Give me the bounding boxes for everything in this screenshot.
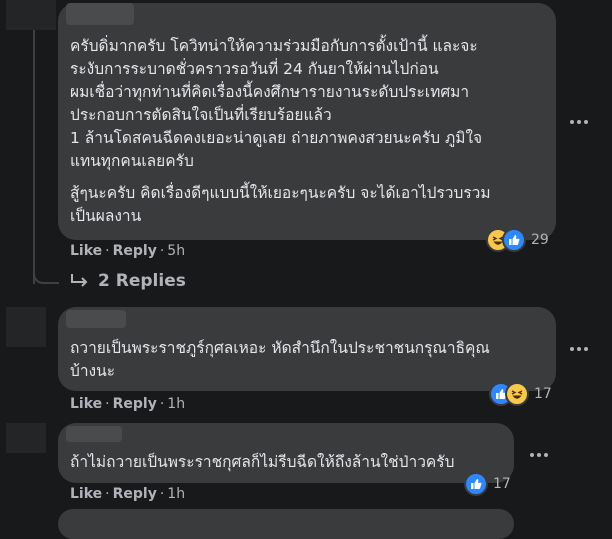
more-options-icon[interactable] xyxy=(530,453,548,457)
reaction-count: 17 xyxy=(534,386,552,402)
reply-link[interactable]: Reply xyxy=(113,243,157,259)
reply-link[interactable]: Reply xyxy=(113,396,157,412)
avatar[interactable] xyxy=(6,307,46,347)
view-replies-link[interactable]: 2 Replies xyxy=(70,271,186,291)
comment-line: ระงับการระบาดชั่วคราวรอวันที่ 24 กันยาให… xyxy=(70,60,439,78)
reply-link[interactable]: Reply xyxy=(113,486,157,502)
avatar[interactable] xyxy=(6,0,56,30)
comment-actions: Like · Reply · 1h xyxy=(70,486,186,502)
thread-line xyxy=(33,0,35,284)
comment-bubble: ครับดิ่มากครับ โควิทน่าให้ความร่วมมือกับ… xyxy=(58,3,556,240)
like-icon xyxy=(502,228,526,252)
reaction-count: 17 xyxy=(493,476,511,492)
more-options-icon[interactable] xyxy=(570,347,588,351)
replies-label: 2 Replies xyxy=(98,271,186,291)
reactions-summary[interactable]: 17 xyxy=(489,382,552,406)
comment-line: แทนทุกคนเลยครับ xyxy=(70,152,194,170)
comment-line: ครับดิ่มากครับ โควิทน่าให้ความร่วมมือกับ… xyxy=(70,37,478,55)
comment-bubble: ถ้าไม่ถวายเป็นพระราชกุศลก็ไม่รีบฉีดให้ถึ… xyxy=(58,423,514,483)
avatar[interactable] xyxy=(6,423,46,453)
comment-line: ผมเชื่อว่าทุกท่านที่คิดเรื่องนี้คงศึกษาร… xyxy=(70,83,470,101)
timestamp[interactable]: 5h xyxy=(167,243,185,259)
more-options-icon[interactable] xyxy=(570,120,588,124)
comment-line: ถ้าไม่ถวายเป็นพระราชกุศลก็ไม่รีบฉีดให้ถึ… xyxy=(70,453,455,471)
timestamp[interactable]: 1h xyxy=(167,396,185,412)
author-name[interactable] xyxy=(66,426,122,442)
thread-connector xyxy=(33,266,59,284)
comment-line: บ้างนะ xyxy=(70,362,116,380)
author-name[interactable] xyxy=(66,3,134,25)
author-name[interactable] xyxy=(66,310,126,328)
timestamp[interactable]: 1h xyxy=(167,486,185,502)
comment-actions: Like · Reply · 1h xyxy=(70,396,186,412)
comment-line: สู้ๆนะครับ คิดเรื่องดีๆแบบนี้ให้เยอะๆนะค… xyxy=(70,184,491,202)
comment-bubble: ถวายเป็นพระราชภูร์กุศลเหอะ หัดสำนึกในประ… xyxy=(58,307,556,391)
comment-line: ถวายเป็นพระราชภูร์กุศลเหอะ หัดสำนึกในประ… xyxy=(70,339,490,357)
reply-arrow-icon xyxy=(71,274,88,287)
like-link[interactable]: Like xyxy=(70,486,102,502)
haha-icon xyxy=(505,382,529,406)
like-link[interactable]: Like xyxy=(70,396,102,412)
comment-actions: Like · Reply · 5h xyxy=(70,243,186,259)
reactions-summary[interactable]: 17 xyxy=(464,472,511,496)
reaction-count: 29 xyxy=(531,232,549,248)
comment-line: 1 ล้านโดสคนฉีดคงเยอะน่าดูเลย ถ่ายภาพคงสว… xyxy=(70,129,483,147)
like-link[interactable]: Like xyxy=(70,243,102,259)
comment-line: เป็นผลงาน xyxy=(70,207,142,225)
comment-line: ประกอบการตัดสินใจเป็นที่เรียบร้อยแล้ว xyxy=(70,106,332,124)
reactions-summary[interactable]: 29 xyxy=(486,228,549,252)
like-icon xyxy=(464,472,488,496)
